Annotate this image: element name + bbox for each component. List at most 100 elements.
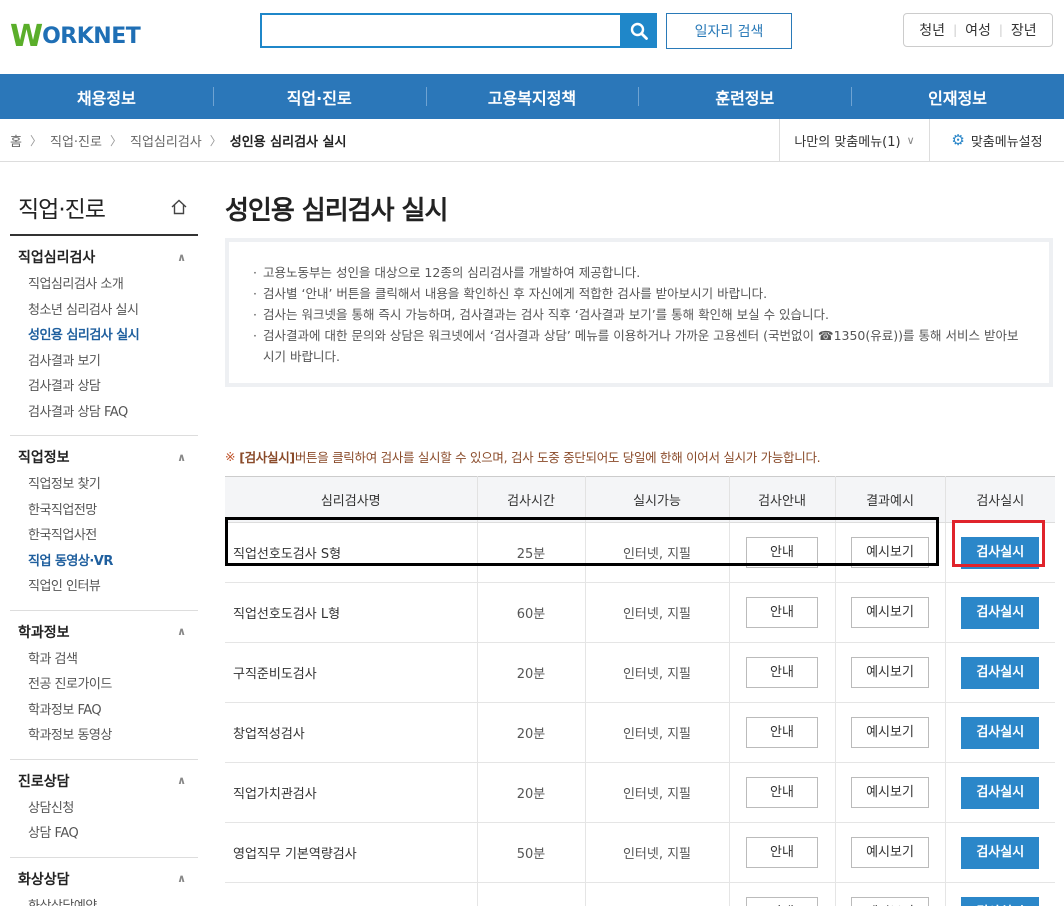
sidebar-item-adult-test[interactable]: 성인용 심리검사 실시 [10,321,198,347]
sidebar-group-major-info[interactable]: 학과정보 ∧ [10,619,198,645]
search-button[interactable] [621,13,657,48]
example-button[interactable]: 예시보기 [851,837,929,868]
sidebar-item-result-faq[interactable]: 검사결과 상담 FAQ [10,398,198,424]
sidebar-item-job-outlook[interactable]: 한국직업전망 [10,496,198,522]
sidebar-group-label: 화상상담 [18,871,70,888]
test-table-body: 직업선호도검사 S형 25분 인터넷, 지필 안내 예시보기 검사실시 직업선호도검사 L형… [225,522,1055,906]
table-header-row: 심리검사명 검사시간 실시가능 검사안내 결과예시 검사실시 [225,476,1055,523]
table-row: 직업가치관검사 20분 인터넷, 지필 안내 예시보기 검사실시 [225,762,1055,823]
test-mode-cell: 인터넷, 지필 [584,762,729,823]
example-button[interactable]: 예시보기 [851,897,929,906]
sidebar-item-youth-test[interactable]: 청소년 심리검사 실시 [10,296,198,322]
guide-cell: 안내 [728,702,835,763]
example-button[interactable]: 예시보기 [851,657,929,688]
nav-item-career[interactable]: 직업·진로 [212,74,426,119]
search-input[interactable] [260,13,622,48]
guide-button[interactable]: 안내 [746,837,818,868]
sidebar-item-major-guide[interactable]: 전공 진로가이드 [10,670,198,696]
sidebar-item-counsel-apply[interactable]: 상담신청 [10,794,198,820]
sidebar-item-psych-intro[interactable]: 직업심리검사 소개 [10,270,198,296]
test-name-cell: 직업가치관검사 [225,762,477,823]
sidebar-item-job-dictionary[interactable]: 한국직업사전 [10,521,198,547]
guide-button[interactable]: 안내 [746,537,818,568]
target-senior-link[interactable]: 장년 [1011,20,1037,40]
chevron-up-icon: ∧ [177,625,186,638]
logo-text: ORKNET [42,23,141,49]
sidebar-item-result-counsel[interactable]: 검사결과 상담 [10,372,198,398]
breadcrumb-home[interactable]: 홈 [10,131,22,150]
sidebar-item-job-interview[interactable]: 직업인 인터뷰 [10,572,198,598]
job-search-button[interactable]: 일자리 검색 [666,13,792,49]
start-test-button[interactable]: 검사실시 [961,536,1040,569]
example-button[interactable]: 예시보기 [851,597,929,628]
divider: | [998,23,1003,37]
test-time-cell: 60분 [476,582,585,643]
sidebar-item-major-video[interactable]: 학과정보 동영상 [10,721,198,747]
nav-item-jobs[interactable]: 채용정보 [0,74,213,119]
example-button[interactable]: 예시보기 [851,717,929,748]
example-cell: 예시보기 [834,522,945,583]
table-row: 직업선호도검사 S형 25분 인터넷, 지필 안내 예시보기 검사실시 [225,522,1055,583]
sidebar-group-counseling[interactable]: 진로상담 ∧ [10,768,198,794]
sidebar-section-major-info: 학과정보 ∧ 학과 검색 전공 진로가이드 학과정보 FAQ 학과정보 동영상 [10,611,198,760]
start-cell: 검사실시 [944,822,1055,883]
sidebar-item-job-video[interactable]: 직업 동영상·VR [10,547,198,573]
my-menu-dropdown[interactable]: 나만의 맞춤메뉴(1) ∨ [779,119,929,161]
guide-button[interactable]: 안내 [746,597,818,628]
chevron-right-icon: 〉 [29,133,42,148]
target-women-link[interactable]: 여성 [965,20,991,40]
sidebar-item-major-faq[interactable]: 학과정보 FAQ [10,696,198,722]
guide-cell: 안내 [728,582,835,643]
nav-item-training[interactable]: 훈련정보 [638,74,851,119]
target-group-links: 청년 | 여성 | 장년 [903,13,1053,47]
start-test-button[interactable]: 검사실시 [961,836,1040,869]
info-item: 고용노동부는 성인을 대상으로 12종의 심리검사를 개발하여 제공합니다. [253,262,1027,283]
table-row: 구직준비도검사 20분 인터넷, 지필 안내 예시보기 검사실시 [225,642,1055,703]
menu-setting-button[interactable]: ⚙ 맞춤메뉴설정 [929,119,1064,161]
sidebar-group-label: 직업심리검사 [18,250,96,266]
sidebar-group-label: 직업정보 [18,450,70,466]
breadcrumb-psych-test[interactable]: 직업심리검사 [130,131,202,150]
test-name-cell: 영업직무 기본역량검사 [225,822,477,883]
start-test-button[interactable]: 검사실시 [961,896,1040,906]
example-button[interactable]: 예시보기 [851,777,929,808]
guide-button[interactable]: 안내 [746,897,818,906]
sidebar-group-video-counsel[interactable]: 화상상담 ∧ [10,866,198,892]
start-test-button[interactable]: 검사실시 [961,776,1040,809]
nav-item-talent[interactable]: 인재정보 [851,74,1064,119]
start-test-button[interactable]: 검사실시 [961,656,1040,689]
guide-button[interactable]: 안내 [746,717,818,748]
worknet-logo[interactable]: W ORKNET [10,19,141,54]
start-test-button[interactable]: 검사실시 [961,596,1040,629]
sidebar-group-psych-test[interactable]: 직업심리검사 ∧ [10,244,198,270]
info-item: 검사별 ‘안내’ 버튼을 클릭해서 내용을 확인하신 후 자신에게 적합한 검사… [253,283,1027,304]
guide-button[interactable]: 안내 [746,777,818,808]
column-header-mode: 실시가능 [584,476,729,523]
sidebar-item-job-search[interactable]: 직업정보 찾기 [10,470,198,496]
start-cell: 검사실시 [944,522,1055,583]
sidebar-header: 직업·진로 [10,180,198,236]
sidebar-group-job-info[interactable]: 직업정보 ∧ [10,444,198,470]
target-youth-link[interactable]: 청년 [919,20,945,40]
sidebar-item-video-counsel-reserve[interactable]: 화상상담예약 [10,892,198,906]
sidebar-item-major-search[interactable]: 학과 검색 [10,645,198,671]
nav-item-welfare-policy[interactable]: 고용복지정책 [425,74,639,119]
breadcrumb-career[interactable]: 직업·진로 [50,131,102,150]
example-button[interactable]: 예시보기 [851,537,929,568]
chevron-down-icon: ∨ [906,133,915,147]
sidebar-section-psych-test: 직업심리검사 ∧ 직업심리검사 소개 청소년 심리검사 실시 성인용 심리검사 실… [10,236,198,436]
start-test-button[interactable]: 검사실시 [961,716,1040,749]
page-title: 성인용 심리검사 실시 [225,195,448,226]
sidebar-item-result-view[interactable]: 검사결과 보기 [10,347,198,373]
breadcrumb: 홈 〉 직업·진로 〉 직업심리검사 〉 성인용 심리검사 실시 [10,119,346,161]
column-header-name: 심리검사명 [225,476,477,523]
guide-cell: 안내 [728,762,835,823]
notice-bold: [검사실시] [239,449,295,465]
guide-cell: 안내 [728,822,835,883]
home-icon[interactable] [170,198,188,216]
test-name-cell: 구직준비도검사 [225,642,477,703]
menu-setting-label: 맞춤메뉴설정 [970,134,1043,150]
table-row: 직업선호도검사 L형 60분 인터넷, 지필 안내 예시보기 검사실시 [225,582,1055,643]
sidebar-item-counsel-faq[interactable]: 상담 FAQ [10,819,198,845]
guide-button[interactable]: 안내 [746,657,818,688]
